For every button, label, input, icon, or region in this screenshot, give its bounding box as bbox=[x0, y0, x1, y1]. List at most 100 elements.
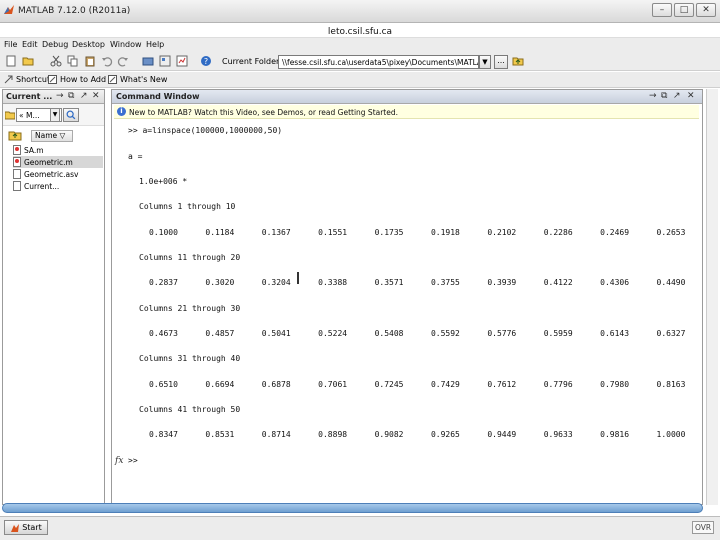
paste-icon[interactable] bbox=[84, 55, 96, 67]
file-row-geometric-m[interactable]: Geometric.m bbox=[13, 156, 103, 168]
matlab-start-icon bbox=[11, 523, 20, 532]
search-icon[interactable] bbox=[63, 108, 79, 122]
current-folder-path-input[interactable]: \\fesse.csil.sfu.ca\userdata5\pixey\Docu… bbox=[278, 55, 479, 69]
start-button[interactable]: Start bbox=[4, 520, 48, 535]
how-to-add-button[interactable]: How to Add bbox=[48, 75, 106, 84]
value-cell: 0.6694 bbox=[205, 380, 235, 389]
new-file-icon[interactable] bbox=[5, 55, 17, 67]
m-file-icon bbox=[13, 157, 21, 167]
cut-icon[interactable] bbox=[50, 55, 62, 67]
svg-text:?: ? bbox=[204, 57, 208, 66]
remote-host-title: leto.csil.sfu.ca bbox=[327, 27, 393, 37]
value-cell: 0.8898 bbox=[318, 430, 348, 439]
value-cell: 0.2469 bbox=[600, 228, 630, 237]
status-bar: Start OVR bbox=[0, 516, 720, 540]
shortcuts-button[interactable]: Shortcuts bbox=[4, 75, 54, 84]
value-cell: 0.6143 bbox=[600, 329, 630, 338]
help-icon[interactable]: ? bbox=[200, 55, 212, 67]
notice-text: New to MATLAB? Watch this Video, see Dem… bbox=[129, 108, 399, 117]
value-cell: 0.8163 bbox=[656, 380, 686, 389]
close-button[interactable]: ✕ bbox=[696, 3, 716, 17]
panel-menu-icon[interactable]: → bbox=[56, 91, 64, 101]
undock-icon[interactable]: ⧉ bbox=[68, 91, 74, 101]
value-cell: 0.9449 bbox=[487, 430, 517, 439]
menu-window[interactable]: Window bbox=[110, 40, 142, 49]
redo-icon[interactable] bbox=[117, 55, 129, 67]
maximize-panel-icon[interactable]: ↗ bbox=[673, 91, 681, 101]
maximize-panel-icon[interactable]: ↗ bbox=[80, 91, 88, 101]
folder-up-icon[interactable] bbox=[512, 55, 524, 67]
function-browser-icon[interactable]: fx bbox=[115, 456, 123, 466]
menu-bar: File Edit Debug Desktop Window Help bbox=[0, 38, 720, 52]
name-column-header[interactable]: Name ▽ bbox=[31, 130, 73, 142]
value-cell: 0.2102 bbox=[487, 228, 517, 237]
maximize-button[interactable]: □ bbox=[674, 3, 694, 17]
value-cell: 0.2653 bbox=[656, 228, 686, 237]
value-cell: 0.5224 bbox=[318, 329, 348, 338]
chevron-down-icon[interactable]: ▼ bbox=[50, 108, 60, 122]
simulink-icon[interactable] bbox=[142, 55, 154, 67]
command-prompt[interactable]: >> bbox=[128, 456, 138, 465]
menu-desktop[interactable]: Desktop bbox=[72, 40, 105, 49]
undo-icon[interactable] bbox=[101, 55, 113, 67]
getting-started-notice[interactable]: i New to MATLAB? Watch this Video, see D… bbox=[114, 105, 699, 119]
columns-header: Columns 21 through 30 bbox=[139, 304, 241, 313]
value-cell: 0.8347 bbox=[149, 430, 178, 439]
browse-folder-button[interactable]: ... bbox=[494, 55, 508, 69]
value-cell: 0.3020 bbox=[205, 278, 235, 287]
command-window-panel: Command Window → ⧉ ↗ ✕ i New to MATLAB? … bbox=[111, 89, 703, 505]
close-panel-icon[interactable]: ✕ bbox=[687, 91, 695, 101]
command-window-header: Command Window → ⧉ ↗ ✕ bbox=[112, 90, 702, 104]
menu-edit[interactable]: Edit bbox=[22, 40, 38, 49]
close-panel-icon[interactable]: ✕ bbox=[92, 91, 100, 101]
menu-help[interactable]: Help bbox=[146, 40, 164, 49]
data-row-5: 0.8347 0.8531 0.8714 0.8898 0.9082 0.926… bbox=[149, 430, 713, 439]
file-row-sa[interactable]: SA.m bbox=[13, 144, 103, 156]
value-cell: 0.4673 bbox=[149, 329, 178, 338]
guide-icon[interactable] bbox=[159, 55, 171, 67]
menu-debug[interactable]: Debug bbox=[42, 40, 68, 49]
copy-icon[interactable] bbox=[67, 55, 79, 67]
value-cell: 0.3939 bbox=[487, 278, 517, 287]
value-cell: 0.2837 bbox=[149, 278, 178, 287]
whats-new-button[interactable]: What's New bbox=[108, 75, 167, 84]
value-cell: 0.5959 bbox=[543, 329, 573, 338]
menu-file[interactable]: File bbox=[4, 40, 17, 49]
start-label: Start bbox=[22, 523, 42, 532]
value-cell: 0.4122 bbox=[543, 278, 573, 287]
parent-folder-icon[interactable] bbox=[8, 128, 22, 142]
file-name: Current... bbox=[24, 181, 60, 191]
columns-header: Columns 41 through 50 bbox=[139, 405, 241, 414]
columns-header: Columns 11 through 20 bbox=[139, 253, 241, 262]
window-controls: – □ ✕ bbox=[652, 3, 716, 17]
current-folder-header: Current ... → ⧉ ↗ ✕ bbox=[3, 90, 104, 104]
data-row-2: 0.2837 0.3020 0.3204 0.3388 0.3571 0.375… bbox=[149, 278, 713, 287]
asv-file-icon bbox=[13, 169, 21, 179]
command-window-title: Command Window bbox=[116, 92, 200, 101]
value-cell: 0.4490 bbox=[656, 278, 686, 287]
horizontal-scrollbar[interactable] bbox=[2, 503, 703, 513]
data-row-1: 0.1000 0.1184 0.1367 0.1551 0.1735 0.191… bbox=[149, 228, 713, 237]
value-cell: 0.9265 bbox=[430, 430, 460, 439]
value-cell: 0.6510 bbox=[149, 380, 178, 389]
variable-name: a = bbox=[128, 152, 143, 161]
chevron-down-icon[interactable]: ▼ bbox=[479, 55, 491, 69]
columns-header: Columns 31 through 40 bbox=[139, 354, 241, 363]
profiler-icon[interactable] bbox=[176, 55, 188, 67]
value-cell: 0.4306 bbox=[600, 278, 630, 287]
value-cell: 0.9082 bbox=[374, 430, 404, 439]
vertical-scrollbar[interactable] bbox=[706, 89, 718, 505]
file-row-current[interactable]: Current... bbox=[13, 180, 103, 192]
command-line: >> a=linspace(100000,1000000,50) bbox=[128, 126, 283, 135]
file-row-geometric-asv[interactable]: Geometric.asv bbox=[13, 168, 103, 180]
data-row-4: 0.6510 0.6694 0.6878 0.7061 0.7245 0.742… bbox=[149, 380, 713, 389]
value-cell: 0.8714 bbox=[261, 430, 291, 439]
text-cursor bbox=[297, 272, 299, 284]
value-cell: 0.5041 bbox=[261, 329, 291, 338]
panel-menu-icon[interactable]: → bbox=[649, 91, 657, 101]
value-cell: 0.1184 bbox=[205, 228, 235, 237]
open-folder-icon[interactable] bbox=[22, 55, 34, 67]
undock-icon[interactable]: ⧉ bbox=[661, 91, 667, 101]
title-bar: MATLAB 7.12.0 (R2011a) – □ ✕ bbox=[0, 0, 720, 23]
minimize-button[interactable]: – bbox=[652, 3, 672, 17]
